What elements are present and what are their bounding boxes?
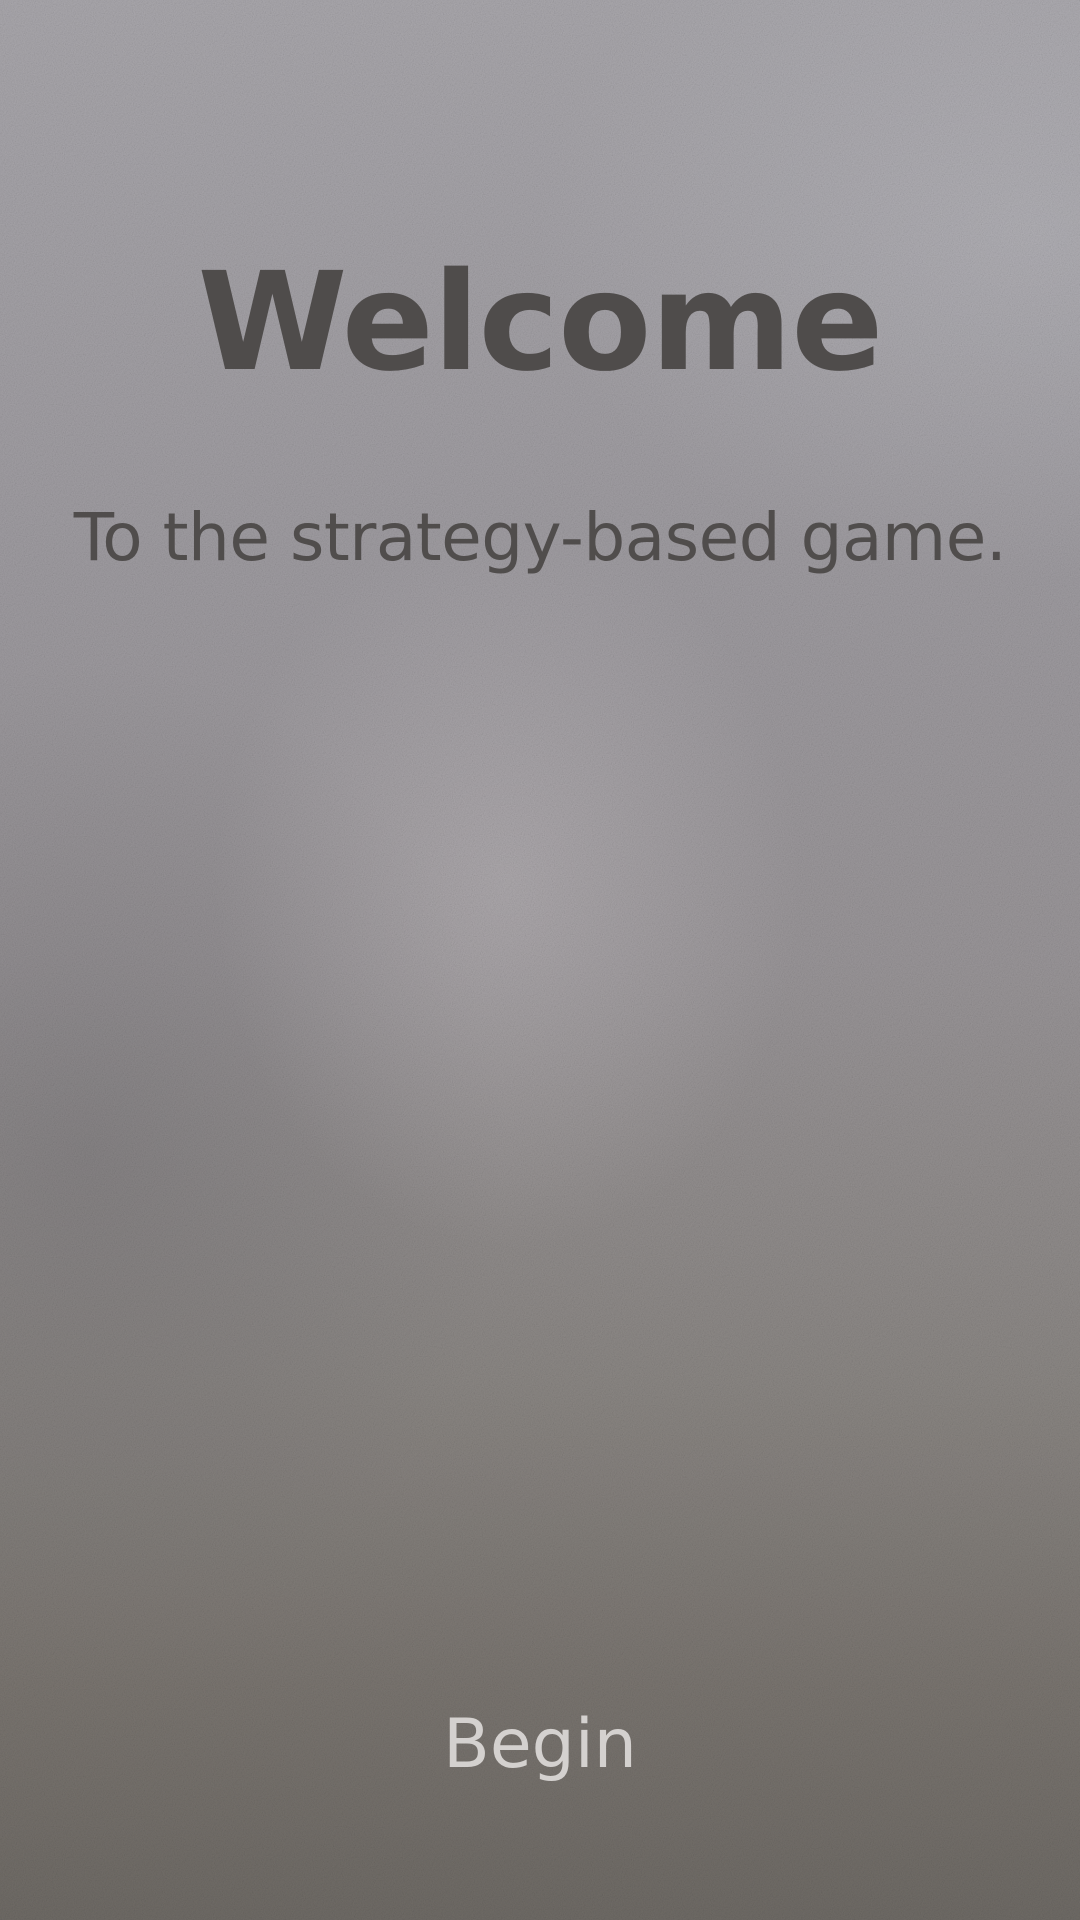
welcome-subtitle: To the strategy-based game. <box>73 499 1007 576</box>
welcome-screen: Welcome To the strategy-based game. Begi… <box>0 0 1080 1920</box>
welcome-title: Welcome <box>197 244 883 403</box>
begin-button[interactable]: Begin <box>390 1690 690 1800</box>
